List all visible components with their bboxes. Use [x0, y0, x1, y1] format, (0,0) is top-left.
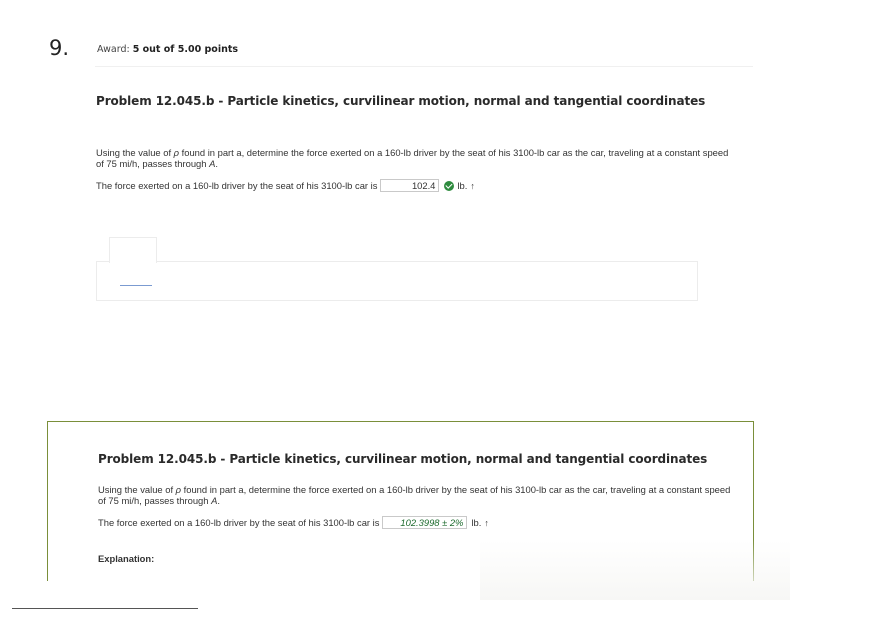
problem-prompt: Using the value of ρ found in part a, de… [96, 147, 729, 169]
problem-title: Problem 12.045.b - Particle kinetics, cu… [96, 94, 706, 108]
answer-input[interactable]: 102.4 [380, 179, 440, 192]
up-arrow-icon: ↑ [484, 517, 489, 528]
answer-label: The force exerted on a 160-lb driver by … [96, 180, 378, 191]
header-divider [95, 66, 753, 67]
solution-answer-row: The force exerted on a 160-lb driver by … [98, 516, 489, 529]
answer-row: The force exerted on a 160-lb driver by … [96, 179, 475, 192]
award-label: Award: [97, 44, 130, 55]
explanation-heading: Explanation: [98, 553, 155, 564]
references-tab[interactable] [109, 237, 157, 263]
answer-unit: lb. [457, 180, 468, 191]
solution-answer-label: The force exerted on a 160-lb driver by … [98, 517, 380, 528]
solution-prompt: Using the value of ρ found in part a, de… [98, 484, 731, 506]
question-number: 9. [49, 36, 70, 60]
solution-answer-value: 102.3998 ± 2% [382, 516, 468, 529]
solution-fade [480, 540, 790, 600]
correct-check-icon [444, 180, 455, 191]
references-tab-underline [120, 285, 152, 286]
solution-answer-unit: lb. [471, 517, 482, 528]
solution-title: Problem 12.045.b - Particle kinetics, cu… [98, 452, 708, 466]
bottom-divider [12, 608, 198, 609]
award-value: 5 out of 5.00 points [132, 44, 239, 55]
award-status: Award: 5 out of 5.00 points [97, 44, 238, 55]
references-panel [96, 261, 698, 301]
up-arrow-icon: ↑ [470, 180, 475, 191]
